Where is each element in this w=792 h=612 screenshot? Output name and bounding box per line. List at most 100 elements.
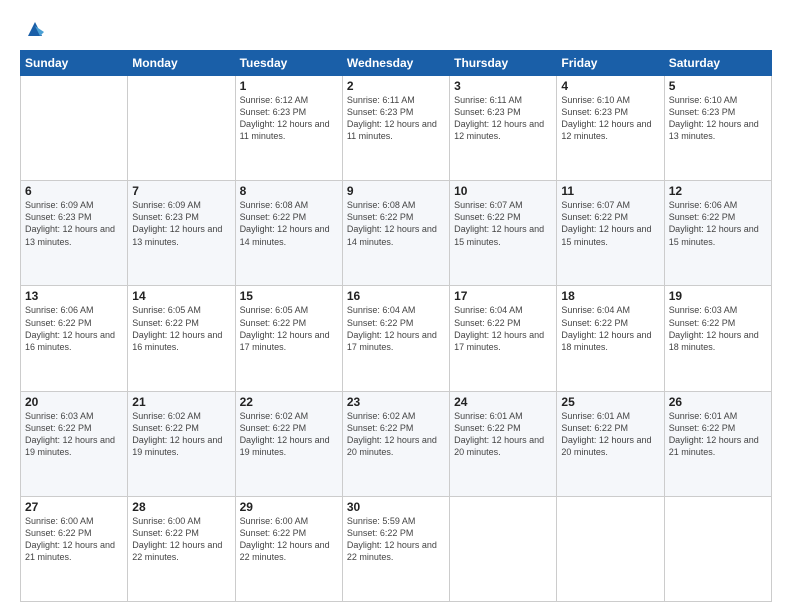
day-info: Sunrise: 6:02 AMSunset: 6:22 PMDaylight:… bbox=[132, 410, 230, 459]
day-number: 18 bbox=[561, 289, 659, 303]
day-info: Sunrise: 6:11 AMSunset: 6:23 PMDaylight:… bbox=[347, 94, 445, 143]
week-row-5: 27Sunrise: 6:00 AMSunset: 6:22 PMDayligh… bbox=[21, 496, 772, 601]
weekday-header-tuesday: Tuesday bbox=[235, 51, 342, 76]
day-number: 8 bbox=[240, 184, 338, 198]
day-info: Sunrise: 6:06 AMSunset: 6:22 PMDaylight:… bbox=[25, 304, 123, 353]
weekday-header-monday: Monday bbox=[128, 51, 235, 76]
day-info: Sunrise: 6:05 AMSunset: 6:22 PMDaylight:… bbox=[240, 304, 338, 353]
day-info: Sunrise: 6:07 AMSunset: 6:22 PMDaylight:… bbox=[561, 199, 659, 248]
day-info: Sunrise: 6:08 AMSunset: 6:22 PMDaylight:… bbox=[347, 199, 445, 248]
day-info: Sunrise: 6:00 AMSunset: 6:22 PMDaylight:… bbox=[25, 515, 123, 564]
calendar-body: 1Sunrise: 6:12 AMSunset: 6:23 PMDaylight… bbox=[21, 76, 772, 602]
day-info: Sunrise: 6:04 AMSunset: 6:22 PMDaylight:… bbox=[454, 304, 552, 353]
day-cell: 27Sunrise: 6:00 AMSunset: 6:22 PMDayligh… bbox=[21, 496, 128, 601]
day-number: 28 bbox=[132, 500, 230, 514]
day-cell: 16Sunrise: 6:04 AMSunset: 6:22 PMDayligh… bbox=[342, 286, 449, 391]
week-row-1: 1Sunrise: 6:12 AMSunset: 6:23 PMDaylight… bbox=[21, 76, 772, 181]
day-cell: 13Sunrise: 6:06 AMSunset: 6:22 PMDayligh… bbox=[21, 286, 128, 391]
day-cell: 11Sunrise: 6:07 AMSunset: 6:22 PMDayligh… bbox=[557, 181, 664, 286]
day-number: 27 bbox=[25, 500, 123, 514]
day-info: Sunrise: 6:11 AMSunset: 6:23 PMDaylight:… bbox=[454, 94, 552, 143]
day-info: Sunrise: 6:00 AMSunset: 6:22 PMDaylight:… bbox=[240, 515, 338, 564]
day-cell bbox=[557, 496, 664, 601]
day-info: Sunrise: 6:01 AMSunset: 6:22 PMDaylight:… bbox=[454, 410, 552, 459]
day-cell: 25Sunrise: 6:01 AMSunset: 6:22 PMDayligh… bbox=[557, 391, 664, 496]
logo bbox=[20, 18, 46, 40]
day-info: Sunrise: 6:08 AMSunset: 6:22 PMDaylight:… bbox=[240, 199, 338, 248]
logo-icon bbox=[24, 18, 46, 40]
day-number: 25 bbox=[561, 395, 659, 409]
day-number: 29 bbox=[240, 500, 338, 514]
day-info: Sunrise: 5:59 AMSunset: 6:22 PMDaylight:… bbox=[347, 515, 445, 564]
day-info: Sunrise: 6:03 AMSunset: 6:22 PMDaylight:… bbox=[25, 410, 123, 459]
day-cell: 3Sunrise: 6:11 AMSunset: 6:23 PMDaylight… bbox=[450, 76, 557, 181]
day-cell bbox=[664, 496, 771, 601]
day-info: Sunrise: 6:04 AMSunset: 6:22 PMDaylight:… bbox=[347, 304, 445, 353]
day-number: 16 bbox=[347, 289, 445, 303]
day-number: 13 bbox=[25, 289, 123, 303]
day-number: 3 bbox=[454, 79, 552, 93]
day-info: Sunrise: 6:09 AMSunset: 6:23 PMDaylight:… bbox=[132, 199, 230, 248]
day-info: Sunrise: 6:12 AMSunset: 6:23 PMDaylight:… bbox=[240, 94, 338, 143]
day-number: 10 bbox=[454, 184, 552, 198]
day-cell: 8Sunrise: 6:08 AMSunset: 6:22 PMDaylight… bbox=[235, 181, 342, 286]
day-number: 11 bbox=[561, 184, 659, 198]
calendar-header: SundayMondayTuesdayWednesdayThursdayFrid… bbox=[21, 51, 772, 76]
weekday-header-friday: Friday bbox=[557, 51, 664, 76]
day-number: 26 bbox=[669, 395, 767, 409]
day-number: 2 bbox=[347, 79, 445, 93]
day-cell: 9Sunrise: 6:08 AMSunset: 6:22 PMDaylight… bbox=[342, 181, 449, 286]
day-info: Sunrise: 6:10 AMSunset: 6:23 PMDaylight:… bbox=[669, 94, 767, 143]
weekday-header-wednesday: Wednesday bbox=[342, 51, 449, 76]
day-number: 1 bbox=[240, 79, 338, 93]
day-cell: 10Sunrise: 6:07 AMSunset: 6:22 PMDayligh… bbox=[450, 181, 557, 286]
week-row-4: 20Sunrise: 6:03 AMSunset: 6:22 PMDayligh… bbox=[21, 391, 772, 496]
day-cell bbox=[128, 76, 235, 181]
day-number: 15 bbox=[240, 289, 338, 303]
header bbox=[20, 18, 772, 40]
day-number: 30 bbox=[347, 500, 445, 514]
day-info: Sunrise: 6:02 AMSunset: 6:22 PMDaylight:… bbox=[240, 410, 338, 459]
day-number: 17 bbox=[454, 289, 552, 303]
day-number: 22 bbox=[240, 395, 338, 409]
day-cell: 26Sunrise: 6:01 AMSunset: 6:22 PMDayligh… bbox=[664, 391, 771, 496]
day-number: 4 bbox=[561, 79, 659, 93]
day-number: 6 bbox=[25, 184, 123, 198]
day-info: Sunrise: 6:01 AMSunset: 6:22 PMDaylight:… bbox=[561, 410, 659, 459]
day-cell: 19Sunrise: 6:03 AMSunset: 6:22 PMDayligh… bbox=[664, 286, 771, 391]
day-cell: 23Sunrise: 6:02 AMSunset: 6:22 PMDayligh… bbox=[342, 391, 449, 496]
day-number: 12 bbox=[669, 184, 767, 198]
day-info: Sunrise: 6:04 AMSunset: 6:22 PMDaylight:… bbox=[561, 304, 659, 353]
day-cell: 15Sunrise: 6:05 AMSunset: 6:22 PMDayligh… bbox=[235, 286, 342, 391]
day-number: 9 bbox=[347, 184, 445, 198]
day-cell: 24Sunrise: 6:01 AMSunset: 6:22 PMDayligh… bbox=[450, 391, 557, 496]
day-number: 14 bbox=[132, 289, 230, 303]
day-number: 5 bbox=[669, 79, 767, 93]
day-number: 23 bbox=[347, 395, 445, 409]
day-info: Sunrise: 6:03 AMSunset: 6:22 PMDaylight:… bbox=[669, 304, 767, 353]
week-row-3: 13Sunrise: 6:06 AMSunset: 6:22 PMDayligh… bbox=[21, 286, 772, 391]
week-row-2: 6 Sunrise: 6:09 AMSunset: 6:23 PMDaylight… bbox=[21, 181, 772, 286]
day-cell: 6Sunrise: 6:09 AMSunset: 6:23 PMDaylight… bbox=[21, 181, 128, 286]
day-cell: 17Sunrise: 6:04 AMSunset: 6:22 PMDayligh… bbox=[450, 286, 557, 391]
day-cell: 20Sunrise: 6:03 AMSunset: 6:22 PMDayligh… bbox=[21, 391, 128, 496]
day-info: Sunrise: 6:01 AMSunset: 6:22 PMDaylight:… bbox=[669, 410, 767, 459]
day-cell: 18Sunrise: 6:04 AMSunset: 6:22 PMDayligh… bbox=[557, 286, 664, 391]
day-info: Sunrise: 6:05 AMSunset: 6:22 PMDaylight:… bbox=[132, 304, 230, 353]
day-info: Sunrise: 6:02 AMSunset: 6:22 PMDaylight:… bbox=[347, 410, 445, 459]
day-info: Sunrise: 6:10 AMSunset: 6:23 PMDaylight:… bbox=[561, 94, 659, 143]
day-number: 7 bbox=[132, 184, 230, 198]
day-info: Sunrise: 6:07 AMSunset: 6:22 PMDaylight:… bbox=[454, 199, 552, 248]
weekday-header-sunday: Sunday bbox=[21, 51, 128, 76]
day-cell: 5Sunrise: 6:10 AMSunset: 6:23 PMDaylight… bbox=[664, 76, 771, 181]
day-cell: 22Sunrise: 6:02 AMSunset: 6:22 PMDayligh… bbox=[235, 391, 342, 496]
day-cell: 29Sunrise: 6:00 AMSunset: 6:22 PMDayligh… bbox=[235, 496, 342, 601]
day-cell bbox=[21, 76, 128, 181]
day-cell: 30Sunrise: 5:59 AMSunset: 6:22 PMDayligh… bbox=[342, 496, 449, 601]
day-cell: 21Sunrise: 6:02 AMSunset: 6:22 PMDayligh… bbox=[128, 391, 235, 496]
day-number: 21 bbox=[132, 395, 230, 409]
day-cell: 28Sunrise: 6:00 AMSunset: 6:22 PMDayligh… bbox=[128, 496, 235, 601]
day-cell: 1Sunrise: 6:12 AMSunset: 6:23 PMDaylight… bbox=[235, 76, 342, 181]
day-info: Sunrise: 6:06 AMSunset: 6:22 PMDaylight:… bbox=[669, 199, 767, 248]
day-cell: 2Sunrise: 6:11 AMSunset: 6:23 PMDaylight… bbox=[342, 76, 449, 181]
